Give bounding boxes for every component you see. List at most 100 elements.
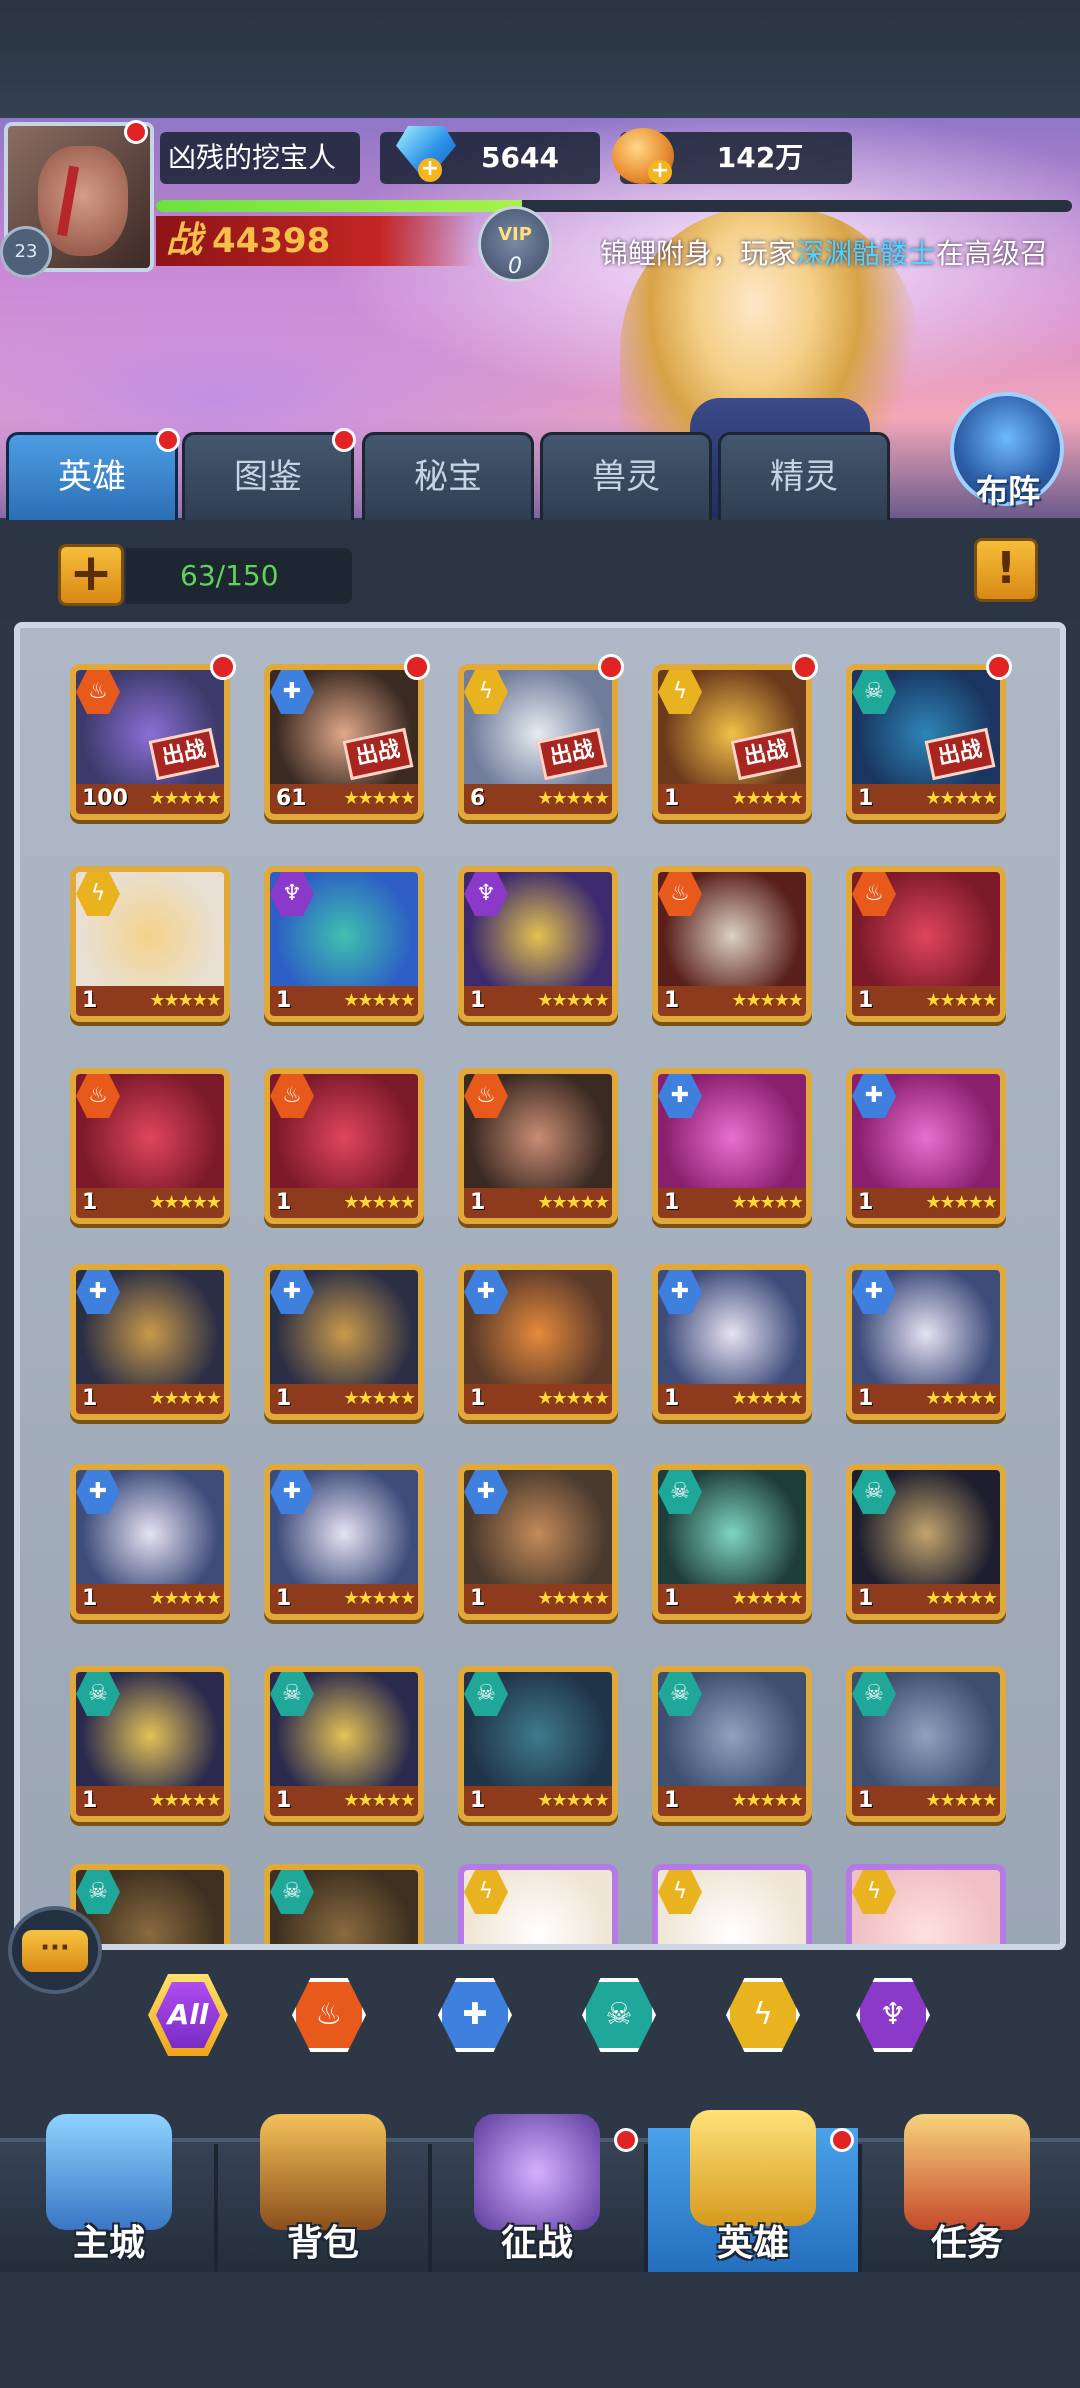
hero-stars: ★★★★★: [343, 788, 416, 809]
hero-stars: ★★★★★: [537, 990, 610, 1011]
hero-card[interactable]: ☠ 1 ★★★★★ 出战: [846, 664, 1006, 820]
hero-level: 1: [664, 1386, 680, 1411]
nav-item-3[interactable]: 英雄: [648, 2110, 858, 2272]
combat-power-value: 44398: [212, 221, 331, 261]
hero-card[interactable]: ☠ 1 ★★★★★: [846, 1464, 1006, 1620]
vip-label: VIP: [498, 224, 532, 245]
tab-0[interactable]: 英雄: [6, 432, 178, 520]
tab-notification-dot: [332, 428, 356, 452]
hero-stars: ★★★★★: [731, 1388, 804, 1409]
faction-glyph: ☠: [476, 1681, 496, 1706]
faction-glyph: ✚: [88, 1479, 108, 1504]
hero-level: 1: [82, 1386, 98, 1411]
add-gold-button[interactable]: +: [648, 160, 672, 184]
hero-card[interactable]: ϟ: [458, 1864, 618, 1944]
hero-stars: ★★★★★: [343, 1388, 416, 1409]
hero-card[interactable]: ♨ 1 ★★★★★: [458, 1068, 618, 1224]
faction-glyph: ♨: [864, 881, 884, 906]
hero-card[interactable]: ✚ 1 ★★★★★: [652, 1264, 812, 1420]
hero-card[interactable]: ☠ 1 ★★★★★: [458, 1666, 618, 1822]
hero-card[interactable]: ϟ 6 ★★★★★ 出战: [458, 664, 618, 820]
faction-glyph: ϟ: [672, 679, 688, 704]
faction-glyph: ✚: [282, 1279, 302, 1304]
water-faction-icon: ✚: [462, 1997, 488, 2032]
nav-item-1[interactable]: 背包: [218, 2104, 428, 2272]
hero-card[interactable]: ♨ 100 ★★★★★ 出战: [70, 664, 230, 820]
hero-card[interactable]: ☠: [264, 1864, 424, 1944]
tab-3[interactable]: 兽灵: [540, 432, 712, 520]
hero-stars: ★★★★★: [537, 1790, 610, 1811]
nav-label: 任务: [930, 2223, 1003, 2264]
faction-glyph: ♆: [476, 881, 496, 906]
hero-card[interactable]: ☠ 1 ★★★★★: [264, 1666, 424, 1822]
tab-2[interactable]: 秘宝: [362, 432, 534, 520]
hero-card[interactable]: ✚ 1 ★★★★★: [846, 1068, 1006, 1224]
tab-1[interactable]: 图鉴: [182, 432, 354, 520]
faction-glyph: ϟ: [672, 1879, 688, 1904]
hero-card[interactable]: ϟ 1 ★★★★★: [70, 866, 230, 1022]
hero-card[interactable]: ✚ 1 ★★★★★: [458, 1264, 618, 1420]
faction-glyph: ✚: [476, 1479, 496, 1504]
fire-faction-icon: ♨: [315, 1997, 343, 2032]
nav-item-2[interactable]: 征战: [432, 2104, 642, 2272]
hero-card[interactable]: ϟ: [652, 1864, 812, 1944]
hero-stars: ★★★★★: [925, 1192, 998, 1213]
hero-card[interactable]: ☠ 1 ★★★★★: [846, 1666, 1006, 1822]
hero-card[interactable]: ✚ 61 ★★★★★ 出战: [264, 664, 424, 820]
tab-4[interactable]: 精灵: [718, 432, 890, 520]
nav-label: 主城: [72, 2223, 145, 2264]
hero-level: 1: [858, 1788, 874, 1813]
hero-stars: ★★★★★: [343, 1588, 416, 1609]
nav-divider: [644, 2144, 648, 2272]
hero-card[interactable]: ☠ 1 ★★★★★: [652, 1464, 812, 1620]
hero-card[interactable]: ϟ 1 ★★★★★ 出战: [652, 664, 812, 820]
hero-card[interactable]: ♨ 1 ★★★★★: [846, 866, 1006, 1022]
marquee-player: 深渊骷髅士: [796, 237, 937, 270]
hero-card[interactable]: ♨ 1 ★★★★★: [264, 1068, 424, 1224]
bottom-safe-area: [0, 2272, 1080, 2388]
avatar-face: [38, 146, 128, 256]
tab-notification-dot: [156, 428, 180, 452]
hero-card[interactable]: ♨ 1 ★★★★★: [652, 866, 812, 1022]
hero-level: 1: [664, 1190, 680, 1215]
faction-glyph: ♨: [282, 1083, 302, 1108]
hero-stars: ★★★★★: [537, 1588, 610, 1609]
hero-card[interactable]: ✚ 1 ★★★★★: [264, 1264, 424, 1420]
faction-glyph: ☠: [864, 679, 884, 704]
formation-label: 布阵: [975, 472, 1040, 510]
hero-card[interactable]: ☠ 1 ★★★★★: [70, 1666, 230, 1822]
hero-stars: ★★★★★: [149, 788, 222, 809]
hero-count: 63/150: [126, 548, 352, 604]
nav-item-4[interactable]: 任务: [862, 2104, 1072, 2272]
faction-glyph: ✚: [476, 1279, 496, 1304]
faction-glyph: ♨: [88, 1083, 108, 1108]
faction-glyph: ☠: [282, 1879, 302, 1904]
hero-stars: ★★★★★: [343, 990, 416, 1011]
hero-card[interactable]: ✚ 1 ★★★★★: [264, 1464, 424, 1620]
hero-card[interactable]: ✚ 1 ★★★★★: [652, 1068, 812, 1224]
hero-card[interactable]: ✚ 1 ★★★★★: [458, 1464, 618, 1620]
hero-stars: ★★★★★: [925, 788, 998, 809]
info-button[interactable]: !: [974, 538, 1038, 602]
hero-stars: ★★★★★: [149, 1588, 222, 1609]
announcement-marquee: 锦鲤附身，玩家深渊骷髅士在高级召: [600, 232, 1080, 276]
hero-stars: ★★★★★: [537, 1192, 610, 1213]
hero-card[interactable]: ϟ: [846, 1864, 1006, 1944]
faction-glyph: ✚: [282, 1479, 302, 1504]
hero-card[interactable]: ♆ 1 ★★★★★: [458, 866, 618, 1022]
hero-card[interactable]: ✚ 1 ★★★★★: [846, 1264, 1006, 1420]
hero-level: 1: [470, 1586, 486, 1611]
nav-label: 英雄: [716, 2223, 789, 2264]
add-gems-button[interactable]: +: [418, 158, 442, 182]
nav-item-0[interactable]: 主城: [4, 2104, 214, 2272]
hero-card[interactable]: ✚ 1 ★★★★★: [70, 1264, 230, 1420]
expand-capacity-button[interactable]: +: [58, 544, 124, 606]
hero-card[interactable]: ♨ 1 ★★★★★: [70, 1068, 230, 1224]
nature-faction-icon: ☠: [605, 1997, 633, 2032]
hero-card[interactable]: ♆ 1 ★★★★★: [264, 866, 424, 1022]
hero-stars: ★★★★★: [149, 990, 222, 1011]
hero-stars: ★★★★★: [149, 1192, 222, 1213]
nav-notification-dot: [830, 2128, 854, 2152]
hero-card[interactable]: ✚ 1 ★★★★★: [70, 1464, 230, 1620]
hero-card[interactable]: ☠ 1 ★★★★★: [652, 1666, 812, 1822]
